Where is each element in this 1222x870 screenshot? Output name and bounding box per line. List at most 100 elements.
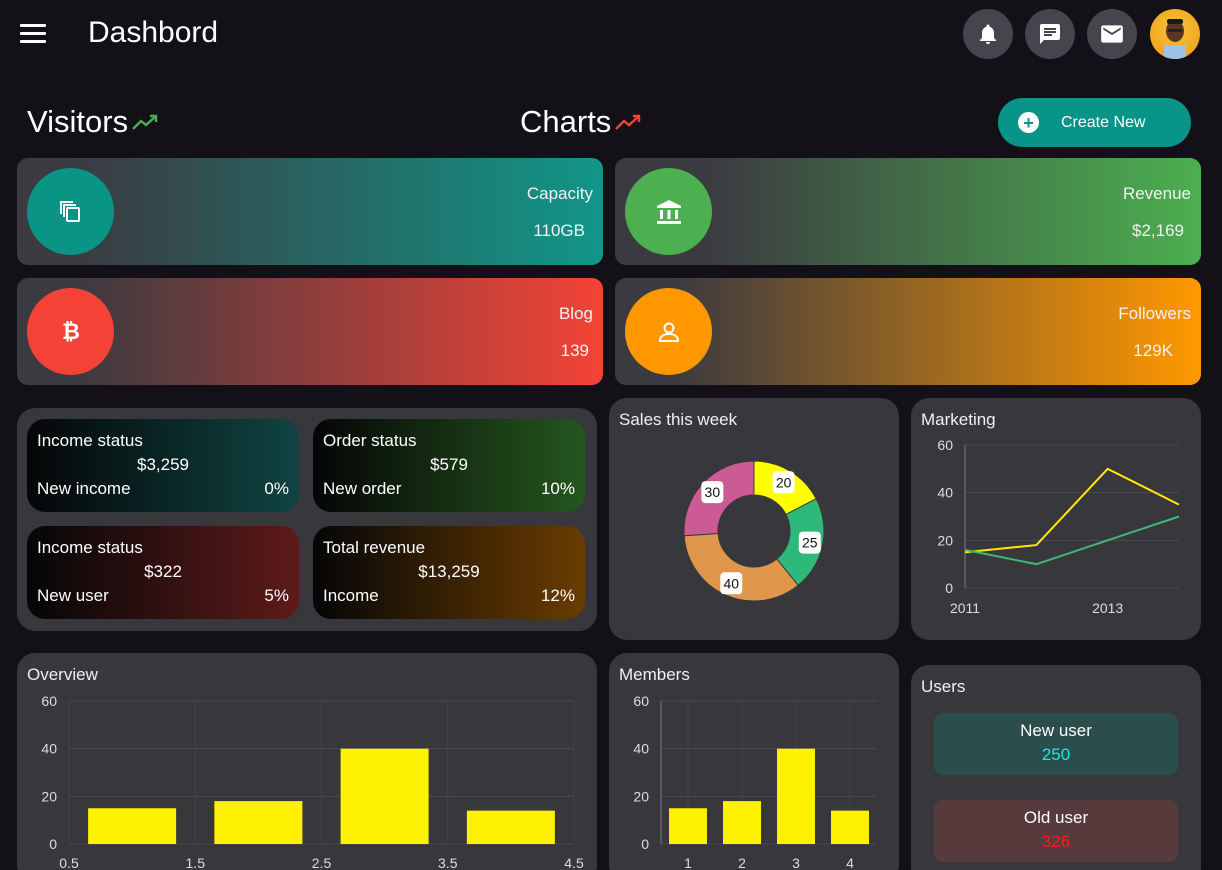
slice-label: 25 bbox=[802, 535, 818, 551]
line-chart: 0 20 40 60 2011 2013 bbox=[937, 437, 1180, 616]
users-panel: Users New user 250 Old user 326 bbox=[911, 665, 1201, 870]
status-pct: 10% bbox=[540, 479, 575, 498]
x-tick-label: 4.5 bbox=[564, 855, 584, 870]
x-tick-label: 2 bbox=[738, 855, 746, 870]
stat-value: $2,169 bbox=[1132, 221, 1184, 240]
line-series bbox=[964, 467, 1180, 554]
stat-label: Revenue bbox=[1122, 184, 1191, 203]
old-user-value: 326 bbox=[1041, 832, 1071, 851]
trending-up-icon bbox=[132, 114, 158, 130]
bar bbox=[88, 808, 177, 844]
y-tick-label: 40 bbox=[633, 741, 649, 757]
status-card-order[interactable]: Order status $579 New order 10% bbox=[313, 419, 585, 512]
x-tick-label: 3.5 bbox=[438, 855, 458, 870]
x-tick-label: 3 bbox=[792, 855, 800, 870]
stat-card-blog[interactable]: ₿ Blog 139 bbox=[17, 278, 603, 385]
status-pct: 12% bbox=[540, 586, 575, 605]
status-sub: New income bbox=[37, 479, 131, 498]
slice-label: 40 bbox=[724, 575, 740, 591]
copy-icon bbox=[27, 168, 114, 255]
overview-panel: Overview 0 20 40 60 0.5 1.5 2.5 3.5 4.5 bbox=[17, 653, 597, 870]
create-new-button[interactable]: + Create New bbox=[998, 98, 1191, 147]
visitors-label: Visitors bbox=[27, 104, 129, 139]
stat-value: 110GB bbox=[533, 221, 585, 240]
x-tick-label: 2013 bbox=[1092, 600, 1123, 616]
stat-card-capacity[interactable]: Capacity 110GB bbox=[17, 158, 603, 265]
avatar-image bbox=[1164, 19, 1186, 59]
stat-card-revenue[interactable]: Revenue $2,169 bbox=[615, 158, 1201, 265]
chat-icon bbox=[1040, 24, 1060, 44]
visitors-title: Visitors bbox=[27, 104, 158, 140]
y-tick-label: 60 bbox=[937, 437, 953, 453]
bar bbox=[723, 801, 761, 844]
x-tick-label: 0.5 bbox=[59, 855, 79, 870]
slice-label: 20 bbox=[776, 474, 792, 490]
y-tick-label: 40 bbox=[41, 741, 57, 757]
y-tick-label: 20 bbox=[633, 788, 649, 804]
stat-label: Blog bbox=[558, 304, 593, 323]
bar bbox=[466, 810, 555, 844]
y-tick-label: 20 bbox=[937, 532, 953, 548]
mail-button[interactable] bbox=[1087, 9, 1137, 59]
chat-button[interactable] bbox=[1025, 9, 1075, 59]
status-pct: 0% bbox=[264, 479, 289, 498]
status-sub: New order bbox=[323, 479, 402, 498]
notifications-button[interactable] bbox=[963, 9, 1013, 59]
menu-icon[interactable] bbox=[20, 24, 46, 44]
bar bbox=[669, 808, 707, 844]
bar bbox=[777, 748, 815, 844]
sales-week-panel: Sales this week 20 25 40 30 bbox=[609, 398, 899, 640]
stat-card-followers[interactable]: Followers 129K bbox=[615, 278, 1201, 385]
page-title: Dashbord bbox=[88, 16, 219, 49]
bar bbox=[214, 801, 303, 844]
y-tick-label: 0 bbox=[641, 836, 649, 852]
stat-value: 139 bbox=[560, 341, 589, 360]
status-title: Total revenue bbox=[323, 538, 426, 557]
y-tick-label: 60 bbox=[41, 693, 57, 709]
avatar[interactable] bbox=[1150, 9, 1200, 59]
plus-icon: + bbox=[1018, 112, 1039, 133]
status-title: Order status bbox=[323, 431, 417, 450]
donut-chart: 20 25 40 30 bbox=[683, 460, 825, 602]
stat-label: Capacity bbox=[526, 184, 593, 203]
new-user-box[interactable]: New user 250 bbox=[934, 713, 1178, 775]
status-sub: New user bbox=[37, 586, 109, 605]
bar bbox=[831, 810, 869, 844]
charts-label: Charts bbox=[520, 104, 612, 139]
y-tick-label: 40 bbox=[937, 485, 953, 501]
mail-icon bbox=[1101, 25, 1123, 43]
status-title: Income status bbox=[37, 431, 143, 450]
new-user-value: 250 bbox=[1041, 745, 1071, 764]
slice-label: 30 bbox=[705, 484, 721, 500]
status-value: $13,259 bbox=[418, 562, 480, 581]
status-card-revenue[interactable]: Total revenue $13,259 Income 12% bbox=[313, 526, 585, 619]
status-card-income[interactable]: Income status $3,259 New income 0% bbox=[27, 419, 299, 512]
bitcoin-icon: ₿ bbox=[27, 288, 114, 375]
old-user-box[interactable]: Old user 326 bbox=[934, 800, 1178, 862]
overview-bar-chart: 0 20 40 60 0.5 1.5 2.5 3.5 4.5 bbox=[41, 693, 584, 870]
status-value: $579 bbox=[430, 455, 468, 474]
y-tick-label: 60 bbox=[633, 693, 649, 709]
stat-label: Followers bbox=[1118, 304, 1191, 323]
status-pct: 5% bbox=[264, 586, 289, 605]
status-card-users[interactable]: Income status $322 New user 5% bbox=[27, 526, 299, 619]
y-tick-label: 0 bbox=[49, 836, 57, 852]
status-value: $3,259 bbox=[137, 455, 189, 474]
y-tick-label: 20 bbox=[41, 788, 57, 804]
x-tick-label: 4 bbox=[846, 855, 854, 870]
status-title: Income status bbox=[37, 538, 143, 557]
users-title: Users bbox=[921, 677, 966, 696]
status-value: $322 bbox=[144, 562, 182, 581]
members-panel: Members 0 20 40 60 1 2 3 4 bbox=[609, 653, 899, 870]
marketing-panel: Marketing 0 20 40 60 2011 2013 bbox=[911, 398, 1201, 640]
new-user-label: New user bbox=[1020, 721, 1092, 740]
x-tick-label: 2011 bbox=[950, 600, 980, 616]
members-bar-chart: 0 20 40 60 1 2 3 4 bbox=[633, 693, 877, 870]
stat-value: 129K bbox=[1133, 341, 1173, 360]
svg-text:₿: ₿ bbox=[62, 319, 80, 344]
x-tick-label: 1 bbox=[684, 855, 692, 870]
status-sub: Income bbox=[323, 586, 379, 605]
status-panel: Income status $3,259 New income 0% Order … bbox=[17, 408, 597, 631]
bell-icon bbox=[980, 24, 996, 44]
bank-icon bbox=[625, 168, 712, 255]
